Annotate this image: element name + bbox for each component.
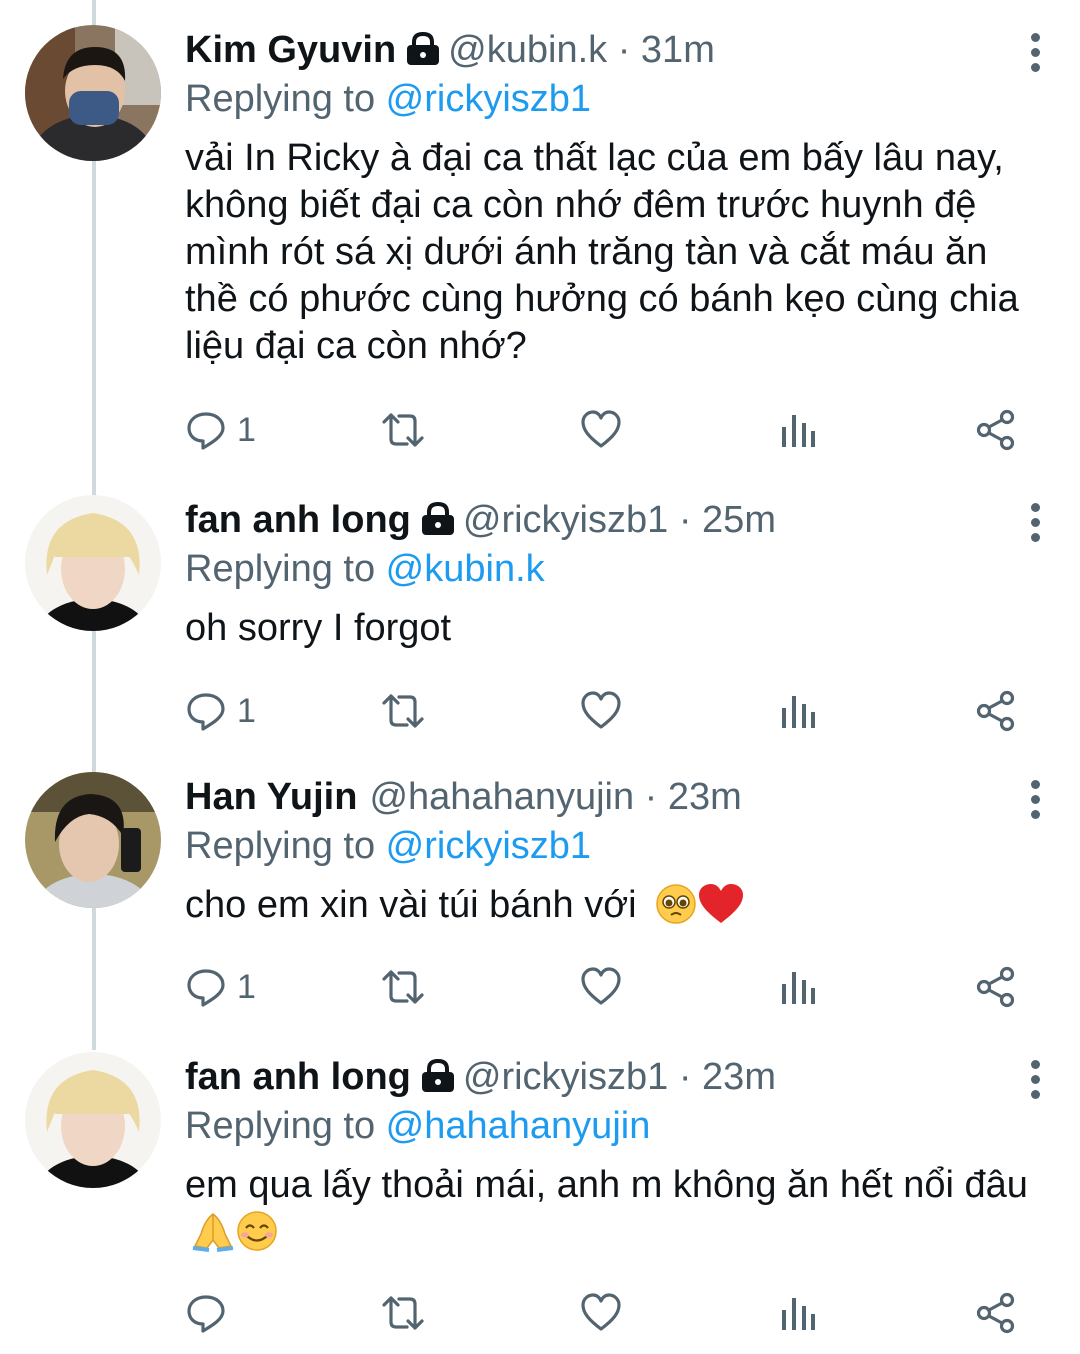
replying-label: Replying to [185,548,386,590]
like-icon [581,1293,621,1331]
action-bar: 1 [185,686,1025,736]
replying-label: Replying to [185,78,386,120]
share-icon [976,690,1015,732]
author-name[interactable]: Kim Gyuvin [185,29,396,71]
analytics-button[interactable] [778,962,818,1012]
reply-icon [187,969,225,1007]
replying-label: Replying to [185,1105,386,1147]
reply-button[interactable]: 1 [185,686,256,736]
analytics-icon [782,972,815,1004]
author-handle[interactable]: @kubin.k [448,29,607,71]
mention-link[interactable]: @hahahanyujin [386,1105,651,1147]
action-bar: 1 [185,405,1025,455]
reply-icon [187,693,225,731]
like-button[interactable] [580,686,622,736]
analytics-button[interactable] [778,686,818,736]
avatar[interactable] [25,1052,161,1188]
reply-button[interactable]: 1 [185,405,256,455]
separator: · [668,499,703,541]
tweet-text-block: cho em xin vài túi bánh với [185,882,1050,937]
reply-count: 1 [237,691,256,730]
tweet-text: cho em xin vài túi bánh với [185,884,637,926]
timestamp[interactable]: 23m [668,776,742,818]
timestamp[interactable]: 31m [641,29,715,71]
tweet-text: vải In Ricky à đại ca thất lạc của em bấ… [185,137,1019,367]
analytics-icon [782,1298,815,1330]
reply-button[interactable]: 1 [185,962,256,1012]
separator: · [668,1056,703,1098]
share-icon [976,966,1015,1008]
like-icon [581,410,621,448]
tweet-text: em qua lấy thoải mái, anh m không ăn hết… [185,1164,1028,1206]
like-button[interactable] [580,1288,622,1338]
separator: · [607,29,641,71]
like-icon [581,967,621,1005]
reply-count: 1 [237,967,256,1006]
like-icon [581,691,621,729]
retweet-icon [382,1296,424,1330]
retweet-icon [382,413,424,447]
share-icon [976,1292,1015,1334]
more-icon[interactable] [1028,33,1042,78]
reply-button[interactable] [185,1288,227,1338]
mention-link[interactable]: @kubin.k [386,548,545,590]
retweet-button[interactable] [380,686,426,736]
avatar[interactable] [25,495,161,631]
share-button[interactable] [975,686,1017,736]
retweet-button[interactable] [380,1288,426,1338]
reply-count: 1 [237,410,256,449]
share-button[interactable] [975,962,1017,1012]
more-icon[interactable] [1028,1060,1042,1105]
author-handle[interactable]: @rickyiszb1 [463,1056,668,1098]
mention-link[interactable]: @rickyiszb1 [386,825,591,867]
author-name[interactable]: fan anh long [185,1056,411,1098]
retweet-icon [382,694,424,728]
retweet-icon [382,970,424,1004]
analytics-icon [782,415,815,447]
folded-hands-emoji [191,1210,235,1264]
author-name[interactable]: Han Yujin [185,776,357,818]
like-button[interactable] [580,962,622,1012]
reply-icon [187,1295,225,1333]
replying-to: Replying to @rickyiszb1 [185,75,1050,123]
pleading-face-emoji [655,883,697,937]
share-icon [976,409,1015,451]
action-bar [185,1288,1025,1338]
analytics-button[interactable] [778,405,818,455]
lock-icon [419,1056,457,1106]
analytics-button[interactable] [778,1288,818,1338]
reply-icon [187,412,225,450]
smiling-face-emoji [235,1210,279,1264]
replying-to: Replying to @kubin.k [185,545,1050,593]
retweet-button[interactable] [380,962,426,1012]
analytics-icon [782,696,815,728]
timestamp[interactable]: 25m [702,499,776,541]
lock-icon [404,29,442,79]
retweet-button[interactable] [380,405,426,455]
replying-label: Replying to [185,825,386,867]
action-bar: 1 [185,962,1025,1012]
separator: · [634,776,668,818]
lock-icon [419,499,457,549]
replying-to: Replying to @rickyiszb1 [185,822,1050,870]
tweet-text: oh sorry I forgot [185,607,452,649]
author-handle[interactable]: @rickyiszb1 [463,499,668,541]
red-heart-emoji [697,883,745,937]
avatar[interactable] [25,772,161,908]
more-icon[interactable] [1028,503,1042,548]
share-button[interactable] [975,1288,1017,1338]
more-icon[interactable] [1028,780,1042,825]
replying-to: Replying to @hahahanyujin [185,1102,1050,1150]
author-handle[interactable]: @hahahanyujin [369,776,634,818]
author-name[interactable]: fan anh long [185,499,411,541]
tweet-text-block: em qua lấy thoải mái, anh m không ăn hết… [185,1162,1050,1264]
share-button[interactable] [975,405,1017,455]
timestamp[interactable]: 23m [702,1056,776,1098]
like-button[interactable] [580,405,622,455]
avatar[interactable] [25,25,161,161]
mention-link[interactable]: @rickyiszb1 [386,78,591,120]
